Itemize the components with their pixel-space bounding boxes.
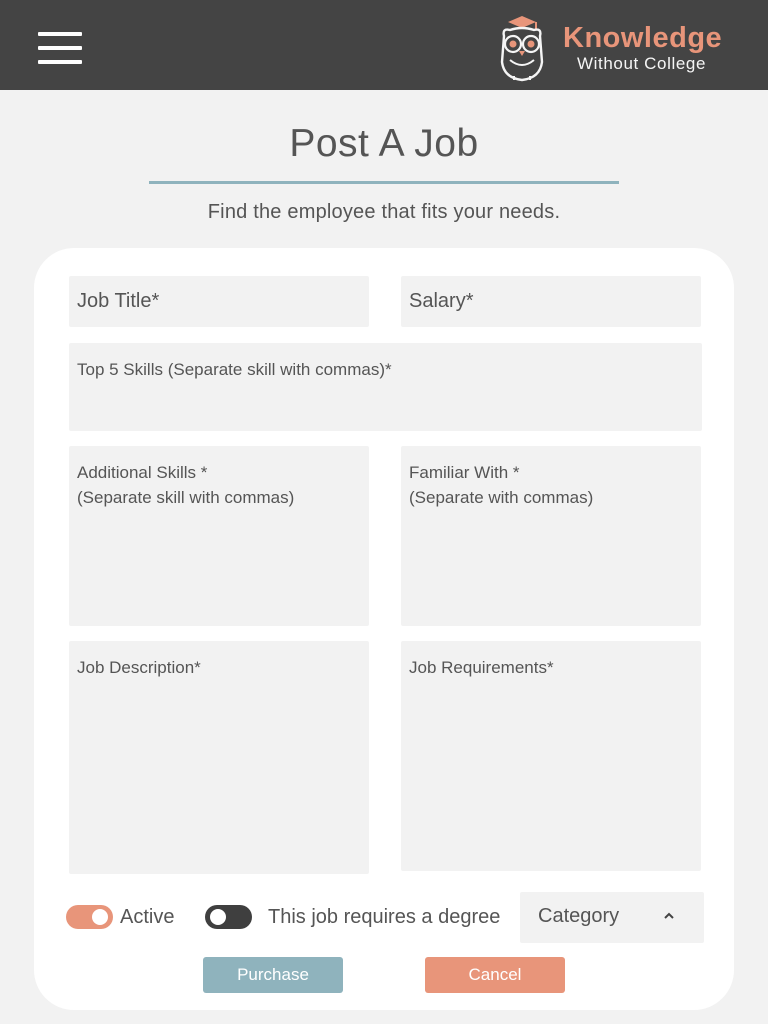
additional-skills-textarea[interactable] [69, 446, 369, 626]
degree-required-toggle[interactable] [205, 905, 252, 929]
owl-logo-icon [500, 16, 544, 82]
page-subtitle: Find the employee that fits your needs. [207, 201, 561, 223]
active-toggle-label: Active [120, 906, 175, 928]
logo-subtitle: Without College [577, 54, 707, 73]
salary-input[interactable] [401, 276, 701, 327]
brand-logo[interactable]: Knowledge Without College [496, 14, 756, 82]
app-header: Knowledge Without College [0, 0, 768, 90]
job-title-input[interactable] [69, 276, 369, 327]
job-description-textarea[interactable] [69, 641, 369, 874]
degree-required-label: This job requires a degree [268, 906, 501, 928]
top-skills-textarea[interactable] [69, 343, 702, 431]
job-requirements-textarea[interactable] [401, 641, 701, 871]
toggle-knob [210, 909, 226, 925]
purchase-button[interactable]: Purchase [203, 957, 343, 993]
chevron-up-icon [664, 912, 674, 919]
logo-title: Knowledge [563, 22, 723, 54]
hamburger-menu-icon[interactable] [38, 30, 82, 66]
category-select[interactable]: Category [520, 892, 704, 943]
toggle-knob [92, 909, 108, 925]
cancel-button[interactable]: Cancel [425, 957, 565, 993]
active-toggle[interactable] [66, 905, 113, 929]
title-divider [149, 181, 619, 184]
familiar-with-textarea[interactable] [401, 446, 701, 626]
page-title: Post A Job [289, 122, 479, 165]
category-select-label: Category [538, 905, 620, 927]
